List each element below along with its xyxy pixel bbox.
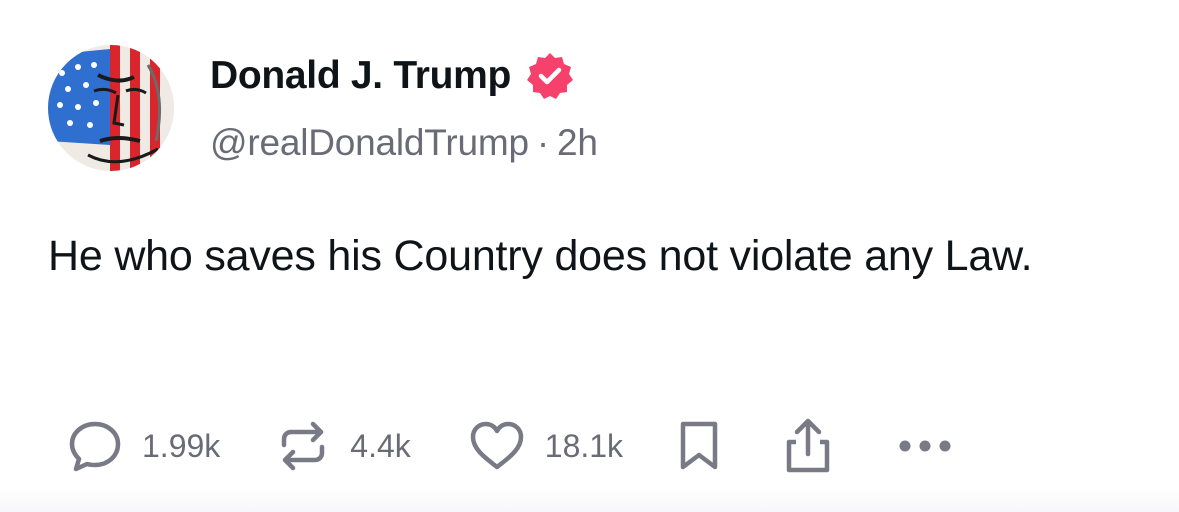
more-button[interactable] xyxy=(895,436,955,456)
separator: · xyxy=(536,122,549,163)
bookmark-button[interactable] xyxy=(675,417,723,475)
repost-icon xyxy=(274,417,332,475)
bookmark-icon xyxy=(675,417,723,475)
post-card: Donald J. Trump @realDonaldTrump · 2h He w… xyxy=(0,0,1179,512)
reply-button[interactable]: 1.99k xyxy=(66,417,220,475)
repost-count: 4.4k xyxy=(350,427,411,464)
like-button[interactable]: 18.1k xyxy=(467,417,623,475)
verified-badge-icon xyxy=(525,51,575,101)
more-icon xyxy=(895,436,955,456)
handle[interactable]: @realDonaldTrump xyxy=(210,122,529,163)
handle-row: @realDonaldTrump · 2h xyxy=(210,122,598,164)
post-text: He who saves his Country does not violat… xyxy=(48,232,1033,280)
avatar-image xyxy=(48,45,174,171)
post-header: Donald J. Trump xyxy=(210,52,575,100)
action-bar: 1.99k 4.4k 18.1k xyxy=(66,416,955,476)
display-name[interactable]: Donald J. Trump xyxy=(210,54,511,98)
bottom-divider xyxy=(0,488,1179,512)
share-button[interactable] xyxy=(781,416,835,476)
avatar[interactable] xyxy=(48,45,174,171)
reply-icon xyxy=(66,417,124,475)
timestamp[interactable]: 2h xyxy=(557,122,598,163)
share-icon xyxy=(781,416,835,476)
heart-icon xyxy=(467,417,527,475)
like-count: 18.1k xyxy=(544,427,624,464)
repost-button[interactable]: 4.4k xyxy=(274,417,411,475)
name-row: Donald J. Trump xyxy=(210,52,575,100)
reply-count: 1.99k xyxy=(142,427,221,464)
